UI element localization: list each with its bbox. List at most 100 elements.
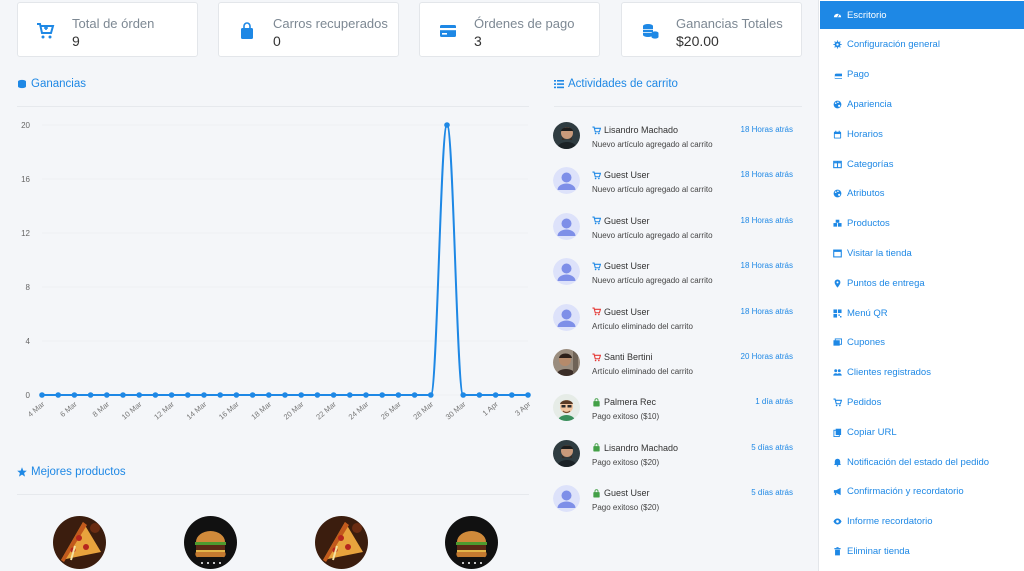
data-point [152, 392, 159, 398]
data-point [525, 392, 531, 398]
x-tick-label: 24 Mar [347, 399, 371, 421]
cart-icon [592, 307, 601, 316]
best-products-title: Mejores productos [17, 466, 126, 478]
y-tick-label: 20 [21, 121, 30, 130]
activity-description: Pago exitoso ($20) [592, 457, 660, 467]
best-products-title-text: Mejores productos [31, 466, 126, 478]
sidebar-item-categorias[interactable]: Categorías [820, 150, 1024, 178]
data-point [120, 392, 126, 398]
coupon-icon [833, 338, 842, 346]
activity-time: 5 días atrás [751, 442, 793, 452]
sidebar-item-notificacion-del-estado-del-pedido[interactable]: Notificación del estado del pedido [820, 448, 1024, 476]
activity-user-name: Lisandro Machado [604, 442, 679, 453]
sidebar-item-label: Escritorio [847, 9, 887, 21]
activity-user-name: Palmera Rec [604, 397, 657, 408]
credit-card-icon [440, 25, 456, 37]
data-point [217, 392, 223, 398]
pizza-image[interactable] [315, 516, 368, 569]
activities-title: Actividades de carrito [554, 78, 678, 90]
sidebar-item-confirmacion-y-recordatorio[interactable]: Confirmación y recordatorio [820, 478, 1024, 506]
sidebar-item-informe-recordatorio[interactable]: Informe recordatorio [820, 508, 1024, 536]
activity-description: Nuevo artículo agregado al carrito [592, 230, 713, 240]
stat-card: Carros recuperados 0 [218, 2, 399, 57]
sidebar-item-clientes-registrados[interactable]: Clientes registrados [820, 359, 1024, 387]
activity-description: Pago exitoso ($10) [592, 412, 660, 422]
sidebar-item-productos[interactable]: Productos [820, 210, 1024, 238]
dashboard-icon [833, 13, 842, 18]
stat-card: Órdenes de pago 3 [419, 2, 600, 57]
sidebar-item-puntos-de-entrega[interactable]: Puntos de entrega [820, 269, 1024, 297]
shopping-bag-icon [593, 398, 600, 407]
activity-item: Lisandro Machado Nuevo artículo agregado… [553, 122, 803, 162]
cart-icon [592, 216, 601, 225]
series-line [42, 123, 528, 396]
y-tick-label: 0 [26, 391, 31, 400]
data-point [168, 392, 175, 398]
sidebar-item-menu-qr[interactable]: Menú QR [820, 299, 1024, 327]
earnings-chart: 0 4 8 12 16 20 4 Mar 6 Mar 8 Mar 10 Mar 12 Mar 14 M… [21, 121, 533, 422]
data-point [411, 392, 418, 398]
sidebar-item-copiar-url[interactable]: Copiar URL [820, 418, 1024, 446]
activity-time: 18 Horas atrás [740, 170, 793, 180]
sidebar-item-eliminar-tienda[interactable]: Eliminar tienda [820, 537, 1024, 565]
star-icon [17, 467, 27, 477]
sidebar-item-configuracion-general[interactable]: Configuración general [820, 31, 1024, 59]
stat-value: 9 [72, 33, 80, 49]
activity-name-row: Lisandro Machado [592, 125, 678, 135]
y-tick-label: 8 [26, 283, 31, 292]
activity-time: 20 Horas atrás [740, 352, 793, 361]
activity-time: 5 días atrás [751, 488, 793, 498]
avatar [553, 258, 580, 286]
bullhorn-icon [833, 488, 841, 496]
divider [17, 494, 529, 495]
divider [17, 106, 529, 107]
avatar [553, 439, 580, 467]
sidebar-item-horarios[interactable]: Horarios [820, 120, 1024, 148]
shopping-bag-icon [593, 489, 600, 498]
y-tick-label: 4 [26, 337, 31, 346]
sidebar-item-escritorio[interactable]: Escritorio [820, 1, 1024, 29]
sidebar-item-label: Confirmación y recordatorio [847, 486, 964, 498]
users-icon [833, 369, 842, 376]
avatar [553, 167, 580, 195]
data-point [233, 392, 240, 398]
stat-label: Órdenes de pago [474, 16, 575, 31]
data-point [55, 392, 61, 398]
sidebar: Escritorio Configuración general Pago Ap… [818, 0, 1024, 571]
activities-title-text: Actividades de carrito [568, 78, 678, 90]
sidebar-item-atributos[interactable]: Atributos [820, 180, 1024, 208]
activity-item: Guest User Nuevo artículo agregado al ca… [553, 167, 803, 207]
qrcode-icon [833, 308, 842, 318]
sidebar-item-visitar-la-tienda[interactable]: Visitar la tienda [820, 239, 1024, 267]
x-tick-label: 28 Mar [411, 399, 435, 421]
activity-user-name: Lisandro Machado [604, 125, 679, 135]
sidebar-item-cupones[interactable]: Cupones [820, 329, 1024, 357]
sidebar-item-apariencia[interactable]: Apariencia [820, 90, 1024, 118]
divider [554, 106, 802, 107]
window-icon [833, 249, 842, 258]
data-point [136, 392, 142, 398]
pizza-image[interactable] [53, 516, 106, 569]
x-tick-label: 20 Mar [282, 399, 306, 421]
data-point [509, 392, 515, 398]
gear-icon [833, 40, 842, 49]
activity-time: 18 Horas atrás [740, 261, 793, 271]
sidebar-item-label: Configuración general [847, 39, 940, 51]
data-point [395, 392, 402, 398]
activity-description: Nuevo artículo agregado al carrito [592, 140, 713, 149]
burger-image[interactable] [445, 516, 498, 569]
activity-time: 18 Horas atrás [740, 215, 793, 225]
cart-icon [592, 262, 601, 270]
cart-icon [833, 398, 842, 407]
columns-icon [833, 160, 842, 168]
cart-icon [592, 126, 601, 134]
data-point [363, 392, 369, 398]
burger-image[interactable] [184, 516, 237, 569]
activity-item: Guest User Nuevo artículo agregado al ca… [553, 212, 803, 253]
sidebar-item-pedidos[interactable]: Pedidos [820, 388, 1024, 416]
activity-time: 18 Horas atrás [740, 306, 793, 316]
sidebar-item-label: Apariencia [847, 98, 892, 110]
x-tick-label: 6 Mar [58, 399, 79, 419]
sidebar-item-pago[interactable]: Pago [820, 61, 1024, 89]
stat-card: Total de órden 9 [17, 2, 198, 57]
